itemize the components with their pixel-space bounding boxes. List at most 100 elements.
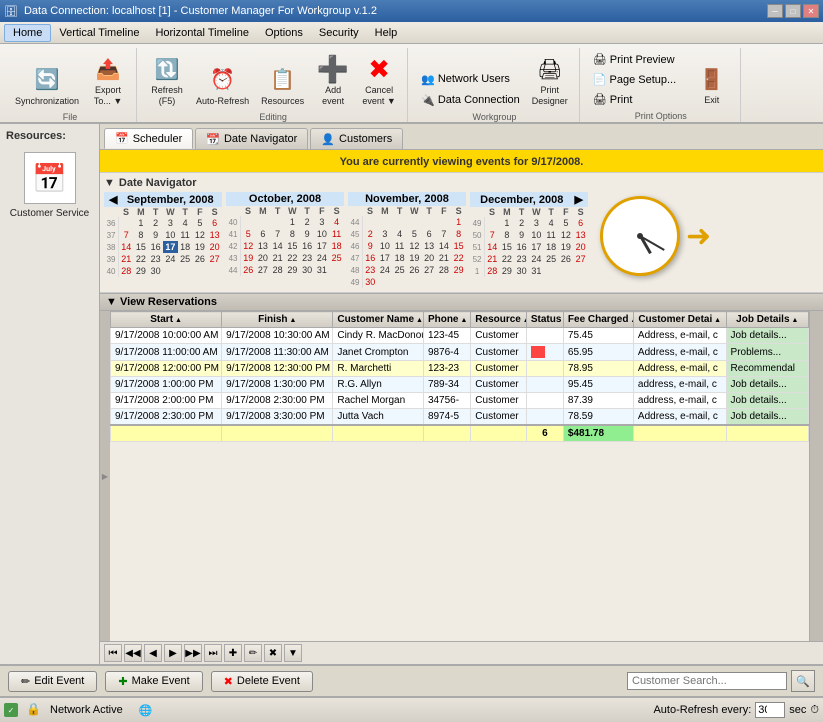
col-resource[interactable]: Resource [471,312,527,328]
auto-refresh-input[interactable] [755,702,785,718]
exit-label: Exit [704,95,719,106]
cal-nov-title: November, 2008 [365,193,449,205]
page-setup-button[interactable]: 📄 Page Setup... [588,70,688,89]
print-designer-button[interactable]: 🖨 PrintDesigner [527,50,573,110]
cell-customer-detail: address, e-mail, c [633,377,726,393]
add-event-icon: ➕ [317,53,349,85]
auto-refresh-button[interactable]: ⏰ Auto-Refresh [191,61,254,110]
customers-tab-icon: 👤 [321,133,335,146]
tab-date-navigator[interactable]: 📆 Date Navigator [195,128,308,149]
col-phone[interactable]: Phone [423,312,470,328]
print-button[interactable]: 🖨 Print [588,90,688,109]
minimize-button[interactable]: ─ [767,4,783,18]
network-users-label: Network Users [438,73,510,85]
export-button[interactable]: 📤 ExportTo... ▼ [86,50,130,110]
ribbon-group-file: 🔄 Synchronization 📤 ExportTo... ▼ File [4,48,137,122]
cancel-event-button[interactable]: ✖ Cancelevent ▼ [357,50,401,110]
cell-status [526,393,563,409]
cell-fee: 78.59 [563,409,633,426]
search-box: 🔍 [321,670,815,692]
maximize-button[interactable]: □ [785,4,801,18]
close-button[interactable]: ✕ [803,4,819,18]
data-connection-button[interactable]: 🔌 Data Connection [416,91,525,110]
table-row[interactable]: 9/17/2008 12:00:00 PM 9/17/2008 12:30:00… [111,361,809,377]
menu-home[interactable]: Home [4,24,51,42]
auto-refresh-unit-icon: ⏱ [810,704,819,717]
menu-help[interactable]: Help [367,25,406,41]
col-fee[interactable]: Fee Charged [563,312,633,328]
nav-next-page-button[interactable]: ▶▶ [184,644,202,662]
table-header-row: Start Finish Customer Name Phone Resourc… [111,312,809,328]
edit-event-button[interactable]: ✏ Edit Event [8,671,97,692]
cell-job-detail: Problems... [726,344,808,361]
customer-search-input[interactable] [627,672,787,690]
refresh-label: Refresh(F5) [151,85,183,107]
menu-security[interactable]: Security [311,25,367,41]
col-customer[interactable]: Customer Name [333,312,424,328]
nav-edit-button[interactable]: ✏ [244,644,262,662]
cell-customer-detail: Address, e-mail, c [633,409,726,426]
cell-customer: Cindy R. MacDonough [333,328,424,344]
col-finish[interactable]: Finish [222,312,333,328]
sidebar-title: Resources: [4,128,95,144]
scheduler-tab-label: Scheduler [133,133,183,145]
make-event-icon: ✚ [118,675,127,688]
date-navigator-section: ▼ Date Navigator ◀ September, 2008 SMTWT… [100,173,823,293]
col-customer-detail[interactable]: Customer Detai [633,312,726,328]
col-status[interactable]: Status [526,312,563,328]
exit-button[interactable]: 🚪 Exit [690,60,734,109]
date-nav-collapse-icon[interactable]: ▼ [104,177,115,189]
print-buttons: 🖨 Print Preview 📄 Page Setup... 🖨 Print … [588,50,734,109]
nav-prev-button[interactable]: ◀ [144,644,162,662]
cell-fee: 95.45 [563,377,633,393]
sidebar-item-customer-service[interactable]: 📅 Customer Service [5,144,95,223]
nav-filter-button[interactable]: ▼ [284,644,302,662]
table-row[interactable]: 9/17/2008 1:00:00 PM 9/17/2008 1:30:00 P… [111,377,809,393]
nav-next-button[interactable]: ▶ [164,644,182,662]
reservations-collapse-icon[interactable]: ▼ [106,296,117,308]
table-container: Start Finish Customer Name Phone Resourc… [110,311,809,641]
page-setup-label: Page Setup... [610,74,677,86]
print-preview-button[interactable]: 🖨 Print Preview [588,50,688,69]
nav-add-button[interactable]: ✚ [224,644,242,662]
auto-refresh-unit: sec [789,704,806,716]
cell-finish: 9/17/2008 3:30:00 PM [222,409,333,426]
menu-horizontal-timeline[interactable]: Horizontal Timeline [147,25,257,41]
scrollbar-right[interactable] [809,311,823,641]
table-row[interactable]: 9/17/2008 11:00:00 AM 9/17/2008 11:30:00… [111,344,809,361]
tab-customers[interactable]: 👤 Customers [310,128,403,149]
customer-service-icon: 📅 [24,152,76,204]
add-event-button[interactable]: ➕ Addevent [311,50,355,110]
menu-vertical-timeline[interactable]: Vertical Timeline [51,25,147,41]
network-users-button[interactable]: 👥 Network Users [416,70,525,89]
cal-next-button[interactable]: ▶ [572,193,586,206]
menu-options[interactable]: Options [257,25,311,41]
nav-last-button[interactable]: ⏭ [204,644,222,662]
cell-start: 9/17/2008 2:00:00 PM [111,393,222,409]
table-row[interactable]: 9/17/2008 10:00:00 AM 9/17/2008 10:30:00… [111,328,809,344]
cal-prev-button[interactable]: ◀ [106,193,120,206]
delete-event-button[interactable]: ✖ Delete Event [211,671,313,692]
table-row[interactable]: 9/17/2008 2:00:00 PM 9/17/2008 2:30:00 P… [111,393,809,409]
nav-prev-page-button[interactable]: ◀◀ [124,644,142,662]
resources-button[interactable]: 📋 Resources [256,61,309,110]
col-job-detail[interactable]: Job Details [726,312,808,328]
search-button[interactable]: 🔍 [791,670,815,692]
nav-delete-button[interactable]: ✖ [264,644,282,662]
print-preview-label: Print Preview [610,54,675,66]
table-row[interactable]: 9/17/2008 2:30:00 PM 9/17/2008 3:30:00 P… [111,409,809,426]
left-handle[interactable]: ▶ [100,311,110,641]
nav-first-button[interactable]: ⏮ [104,644,122,662]
tab-scheduler[interactable]: 📅 Scheduler [104,128,193,149]
window-controls[interactable]: ─ □ ✕ [767,4,819,18]
cancel-event-label: Cancelevent ▼ [362,85,395,107]
refresh-button[interactable]: 🔃 Refresh(F5) [145,50,189,110]
cell-phone: 9876-4 [423,344,470,361]
date-nav-title: ▼ Date Navigator [104,177,819,189]
calendar-sep: ◀ September, 2008 SMTWTFS 36123456 37789… [104,192,222,277]
resources-icon: 📋 [267,64,299,96]
make-event-button[interactable]: ✚ Make Event [105,671,202,692]
export-icon: 📤 [92,53,124,85]
synchronization-button[interactable]: 🔄 Synchronization [10,61,84,110]
col-start[interactable]: Start [111,312,222,328]
